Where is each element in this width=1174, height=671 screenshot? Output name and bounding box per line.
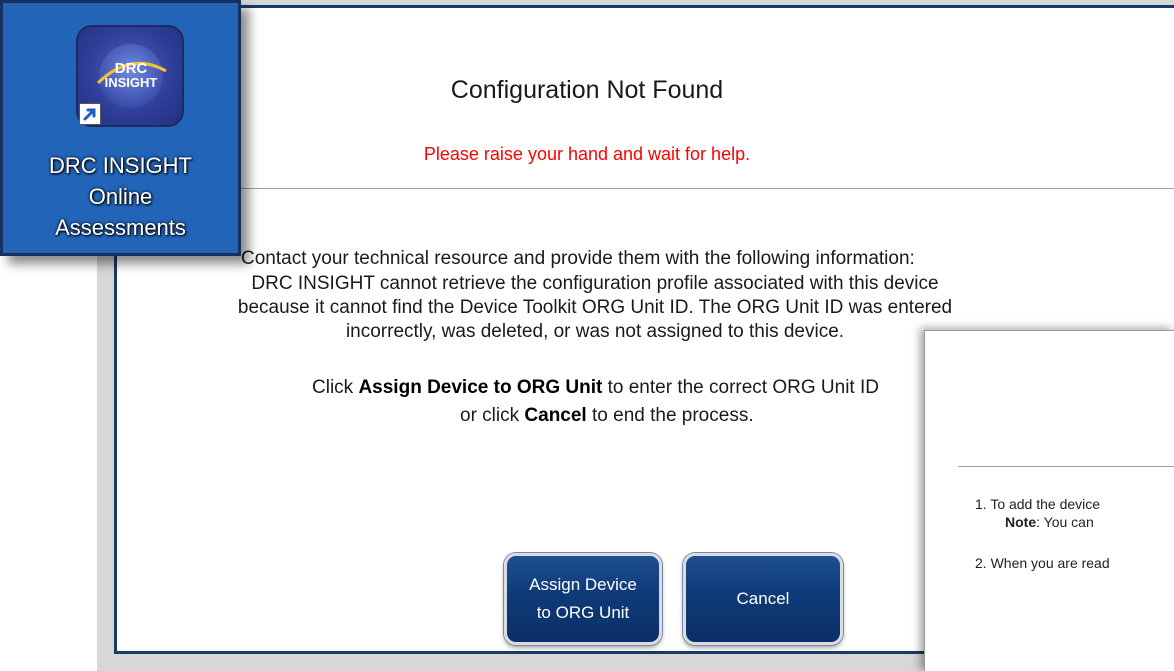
error-description-line-2: because it cannot find the Device Toolki… bbox=[237, 297, 953, 318]
error-description-line-3: incorrectly, was deleted, or was not ass… bbox=[345, 321, 845, 342]
instruction-2-prefix: or click bbox=[460, 405, 525, 426]
desktop-shortcut-drc-insight[interactable]: DRC INSIGHT DRC INSIGHT Online Assessmen… bbox=[0, 0, 241, 256]
shortcut-arrow-icon bbox=[79, 103, 101, 125]
instruction-2-suffix: to end the process. bbox=[586, 405, 754, 426]
instruction-2-cancel-keyword: Cancel bbox=[524, 405, 587, 426]
secondary-dialog-divider bbox=[958, 466, 1174, 467]
dialog-title: Configuration Not Found bbox=[450, 76, 724, 104]
dialog-error-description: DRC INSIGHT cannot retrieve the configur… bbox=[165, 272, 1025, 344]
logo-text-insight: INSIGHT bbox=[105, 75, 158, 90]
icon-label-line-1: DRC INSIGHT bbox=[49, 153, 192, 178]
secondary-step-2: 2. When you are read bbox=[975, 555, 1110, 571]
dialog-subtitle-warning: Please raise your hand and wait for help… bbox=[423, 144, 751, 164]
icon-label-line-2: Online bbox=[88, 184, 153, 209]
secondary-note: Note: You can bbox=[1005, 514, 1094, 530]
assign-device-dialog-preview: 1. To add the device Note: You can 2. Wh… bbox=[924, 330, 1174, 671]
instruction-line-1: Click Assign Device to ORG Unit to enter… bbox=[312, 376, 879, 400]
instruction-1-suffix: to enter the correct ORG Unit ID bbox=[602, 377, 879, 398]
cancel-button-label: Cancel bbox=[736, 589, 790, 608]
secondary-step-1: 1. To add the device bbox=[975, 496, 1101, 512]
instruction-1-prefix: Click bbox=[312, 377, 359, 398]
assign-device-to-org-unit-button[interactable]: Assign Device to ORG Unit bbox=[504, 553, 662, 645]
icon-label-line-3: Assessments bbox=[55, 215, 186, 240]
note-text: : You can bbox=[1036, 514, 1094, 530]
dialog-intro-text: Contact your technical resource and prov… bbox=[241, 248, 915, 269]
desktop-icon-label: DRC INSIGHT Online Assessments bbox=[3, 150, 238, 243]
globe-icon: DRC INSIGHT bbox=[96, 44, 167, 108]
screenshot-stage: Configuration Not Found Please raise you… bbox=[0, 0, 1174, 671]
dialog-divider bbox=[117, 188, 1174, 189]
assign-button-label: Assign Device to ORG Unit bbox=[529, 575, 637, 622]
cancel-button[interactable]: Cancel bbox=[683, 553, 843, 645]
instruction-line-2: or click Cancel to end the process. bbox=[460, 404, 754, 428]
error-description-line-1: DRC INSIGHT cannot retrieve the configur… bbox=[251, 273, 939, 294]
instruction-1-assign-keyword: Assign Device to ORG Unit bbox=[358, 377, 603, 398]
note-label: Note bbox=[1005, 514, 1037, 530]
